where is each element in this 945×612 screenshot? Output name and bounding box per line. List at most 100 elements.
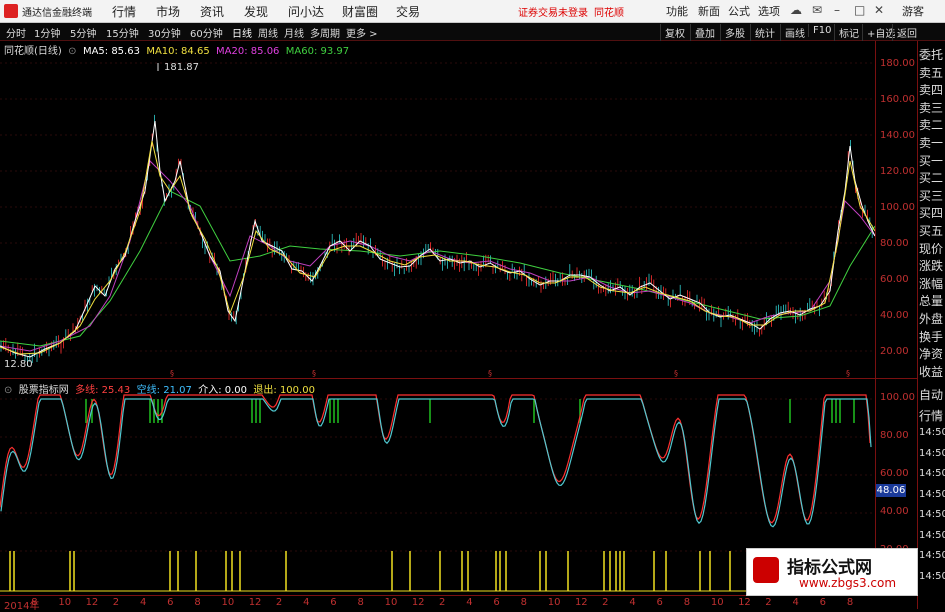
x-tick: 8 — [846, 597, 854, 608]
exit-signal-bars — [85, 399, 855, 423]
menu-news[interactable]: 资讯 — [200, 3, 224, 20]
current-indicator-value: 48.06 — [876, 484, 906, 497]
candlesticks — [0, 114, 873, 366]
quote-panel-item: 14:50 — [919, 529, 945, 541]
period-daily[interactable]: 日线 — [232, 25, 252, 40]
quote-panel-item[interactable]: 涨幅 — [919, 275, 943, 292]
x-tick: 8 — [683, 597, 691, 608]
x-tick: 4 — [303, 597, 310, 608]
x-tick: 6 — [493, 597, 500, 608]
x-tick: 12 — [411, 597, 425, 608]
quote-panel-item[interactable]: 买五 — [919, 222, 943, 239]
quote-panel-item[interactable]: 买二 — [919, 169, 943, 186]
ma60-line — [0, 190, 875, 347]
period-15min[interactable]: 15分钟 — [106, 25, 139, 40]
y-axis-line — [875, 41, 876, 591]
menu-markets[interactable]: 市场 — [156, 3, 180, 20]
btn-stats[interactable]: 统计 — [750, 24, 779, 41]
x-tick: 2 — [275, 597, 283, 608]
quote-panel-item[interactable]: 自动 — [919, 386, 943, 403]
quote-panel-item[interactable]: 净资 — [919, 345, 943, 362]
svg-text:§: § — [170, 369, 174, 378]
btn-overlay[interactable]: 叠加 — [690, 24, 719, 41]
btn-back[interactable]: 返回 — [892, 24, 921, 41]
x-tick: 10 — [384, 597, 398, 608]
menu-formula[interactable]: 公式 — [728, 3, 750, 19]
btn-draw[interactable]: 画线 — [780, 24, 809, 41]
quote-panel-item[interactable]: 买三 — [919, 187, 943, 204]
quote-panel-item[interactable]: 卖一 — [919, 134, 943, 151]
x-tick: 6 — [330, 597, 337, 608]
quote-panel-item: 14:50 — [919, 447, 945, 459]
watermark-logo-icon — [753, 557, 779, 583]
x-tick: 6 — [167, 597, 174, 608]
quote-panel-item[interactable]: 收益 — [919, 363, 943, 380]
period-monthly[interactable]: 月线 — [284, 25, 304, 40]
indicator-legend: ⊙ 股票指标网 多线: 25.43 空线: 21.07 介入: 0.00 退出:… — [4, 385, 315, 396]
menu-options[interactable]: 选项 — [758, 3, 780, 19]
message-icon[interactable]: ✉ — [812, 3, 822, 17]
period-multi[interactable]: 多周期 — [310, 25, 340, 40]
quote-panel-item[interactable]: 行情 — [919, 407, 943, 424]
quote-panel-item: 14:50 — [919, 509, 945, 520]
quote-panel-item[interactable]: 现价 — [919, 240, 943, 257]
x-tick: 8 — [194, 597, 201, 608]
broker-name[interactable]: 同花顺 — [594, 4, 624, 19]
x-axis: 2014年 8 10 12 2 4 6 8 10 12 2 4 6 8 10 12 2 4 6 8 10 12 2 4 6 8 10… — [0, 595, 917, 612]
quote-panel-item: 14:50 — [919, 468, 945, 479]
quote-panel-item[interactable]: 涨跌 — [919, 257, 943, 274]
close-icon[interactable]: ✕ — [874, 3, 884, 17]
menu-market[interactable]: 行情 — [112, 3, 136, 20]
x-tick: 8 — [520, 597, 527, 608]
quote-panel-item[interactable]: 换手 — [919, 328, 943, 345]
minimize-icon[interactable]: – — [834, 3, 840, 17]
quote-panel-item[interactable]: 委托 — [919, 46, 943, 63]
period-toolbar: 分时 1分钟 5分钟 15分钟 30分钟 60分钟 日线 周线 月线 多周期 更… — [0, 23, 945, 41]
cloud-icon[interactable]: ☁ — [790, 3, 802, 17]
period-weekly[interactable]: 周线 — [258, 25, 278, 40]
watermark-url: www.zbgs3.com — [799, 576, 897, 590]
period-1min[interactable]: 1分钟 — [34, 25, 60, 40]
quote-panel-item[interactable]: 卖五 — [919, 64, 943, 81]
menu-function[interactable]: 功能 — [666, 3, 688, 19]
y-tick: 100.00 — [880, 202, 915, 213]
quote-panel-item[interactable]: 外盘 — [919, 310, 943, 327]
menu-ask[interactable]: 问小达 — [288, 3, 324, 20]
entry-signal-bars — [9, 551, 731, 591]
quote-panel-item[interactable]: 买四 — [919, 204, 943, 221]
login-warning[interactable]: 证券交易未登录 — [518, 4, 588, 19]
period-30min[interactable]: 30分钟 — [148, 25, 181, 40]
period-5min[interactable]: 5分钟 — [70, 25, 96, 40]
y-tick: 120.00 — [880, 166, 915, 177]
svg-text:§: § — [488, 369, 492, 378]
x-tick: 2 — [112, 597, 120, 608]
ind-y-tick: 60.00 — [880, 468, 909, 479]
svg-text:§: § — [846, 369, 850, 378]
menubar: 通达信金融终端 行情 市场 资讯 发现 问小达 财富圈 交易 证券交易未登录 同… — [0, 0, 945, 23]
btn-mark[interactable]: 标记 — [834, 24, 863, 41]
menu-trade[interactable]: 交易 — [396, 3, 420, 20]
y-tick: 40.00 — [880, 310, 909, 321]
y-tick: 180.00 — [880, 58, 915, 69]
quote-panel-item[interactable]: 卖二 — [919, 116, 943, 133]
menu-new-page[interactable]: 新面 — [698, 3, 720, 19]
chart-area[interactable]: 181.87 12.80 § § § § § — [0, 41, 875, 595]
quote-panel-item[interactable]: 卖三 — [919, 99, 943, 116]
maximize-icon[interactable]: □ — [854, 3, 865, 17]
exit-value: 退出: 100.00 — [253, 385, 315, 396]
period-more[interactable]: 更多 > — [346, 25, 378, 40]
btn-multi-stock[interactable]: 多股 — [720, 24, 749, 41]
quote-panel-item[interactable]: 总量 — [919, 292, 943, 309]
quote-panel-item[interactable]: 买一 — [919, 152, 943, 169]
btn-f10[interactable]: F10 — [808, 24, 835, 37]
period-60min[interactable]: 60分钟 — [190, 25, 223, 40]
quote-panel-item[interactable]: 卖四 — [919, 81, 943, 98]
menu-discover[interactable]: 发现 — [244, 3, 268, 20]
x-tick: 12 — [574, 597, 588, 608]
btn-rights[interactable]: 复权 — [660, 24, 689, 41]
menu-wealth[interactable]: 财富圈 — [342, 3, 378, 20]
x-tick: 10 — [58, 597, 72, 608]
period-minute[interactable]: 分时 — [6, 25, 26, 40]
guest-label[interactable]: 游客 — [902, 3, 924, 19]
panel-divider[interactable] — [0, 378, 917, 379]
